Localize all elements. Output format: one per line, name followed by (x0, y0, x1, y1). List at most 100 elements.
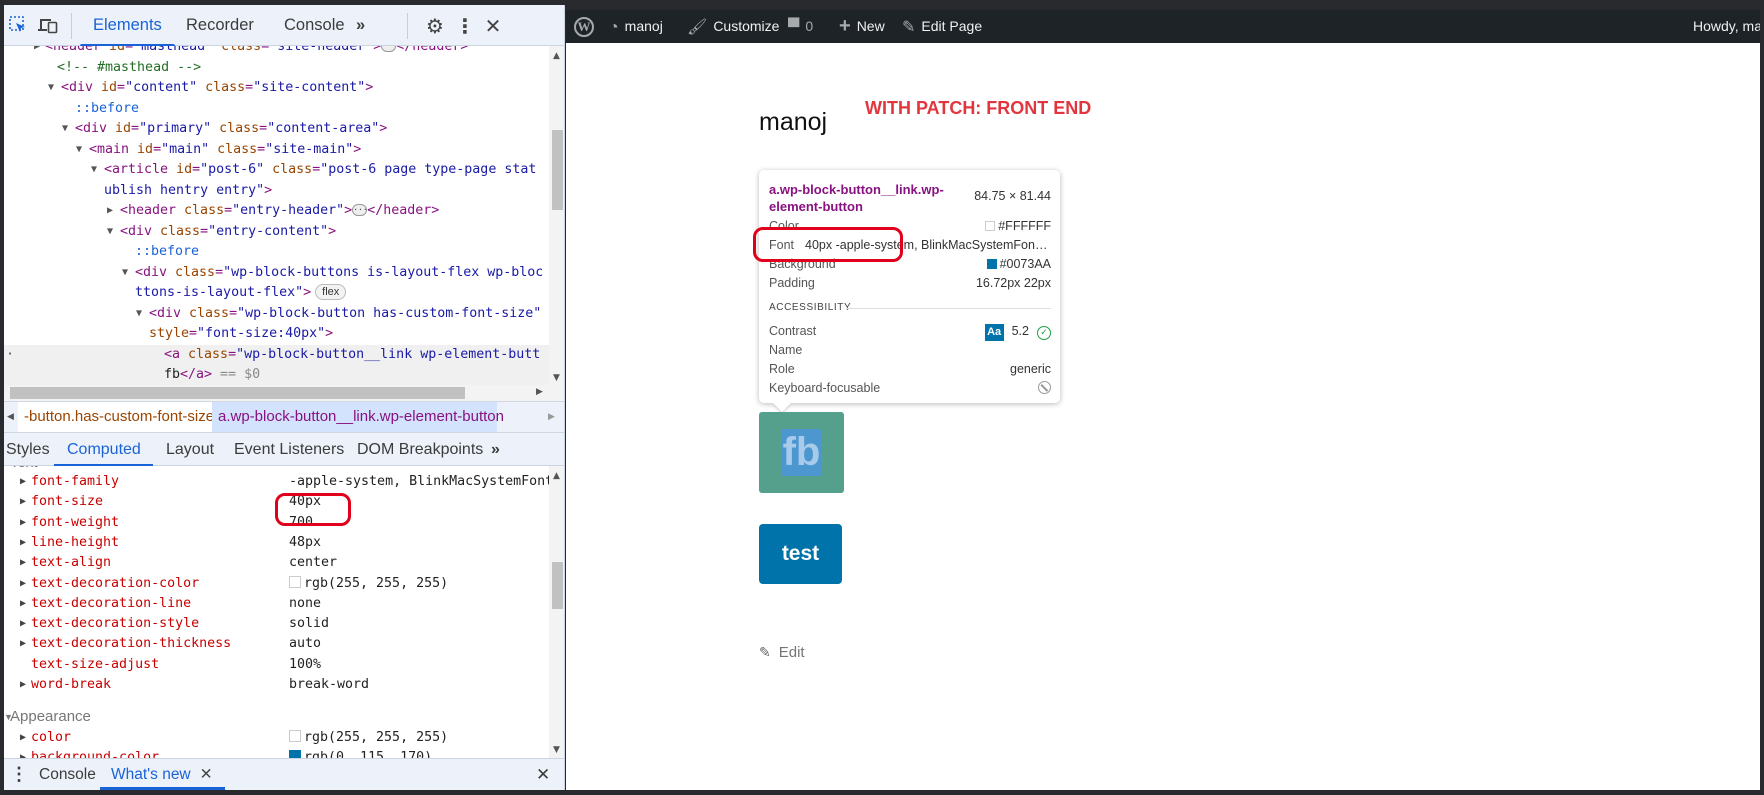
color-swatch[interactable] (289, 575, 301, 588)
close-drawer-icon[interactable]: ✕ (536, 759, 550, 790)
dom-pseudo[interactable]: ::before (135, 242, 199, 263)
expand-triangle-icon[interactable]: ▶ (20, 728, 26, 749)
breadcrumb-scroll-right-icon[interactable]: ▶ (548, 411, 555, 422)
device-toolbar-icon[interactable] (37, 15, 59, 37)
expand-triangle-icon[interactable]: ▶ (20, 748, 26, 758)
test-button[interactable]: test (759, 524, 842, 584)
wordpress-logo-icon[interactable]: W (574, 17, 594, 37)
group-header-text[interactable]: Text (10, 466, 38, 473)
scrollbar-thumb[interactable] (552, 562, 563, 609)
expand-triangle-icon[interactable]: ▶ (20, 492, 26, 513)
dom-tree[interactable]: ▶ <header id="masthead" class="site-heade… (4, 46, 549, 385)
computed-property-row[interactable]: text-size-adjust 100% (4, 655, 549, 676)
drawer-menu-icon[interactable]: ⋮ (10, 759, 28, 790)
computed-property-row[interactable]: ▶ background-color rgb(0, 115, 170) (4, 748, 549, 758)
dom-node[interactable]: ▼ <div class="wp-block-buttons is-layout-… (122, 263, 543, 284)
flex-badge[interactable]: flex (315, 284, 347, 300)
dom-pseudo[interactable]: ::before (75, 99, 139, 120)
expand-triangle-icon[interactable]: ▶ (20, 513, 26, 534)
fb-button[interactable]: fb (759, 412, 844, 493)
scroll-up-arrow-icon[interactable]: ▲ (553, 51, 560, 61)
computed-property-row[interactable]: ▶ word-break break-word (4, 675, 549, 696)
drawer-tab-whats-new[interactable]: What's new ✕ (100, 759, 225, 790)
dom-node-continuation[interactable]: ublish hentry entry"> (104, 181, 272, 202)
tab-computed[interactable]: Computed (54, 433, 153, 467)
dom-node-selected-continuation[interactable]: fb</a> == $0 (4, 365, 549, 385)
scroll-down-arrow-icon[interactable]: ▼ (553, 373, 560, 383)
dom-tree-vertical-scrollbar[interactable]: ▲ ▼ (549, 46, 564, 385)
collapse-triangle-icon[interactable]: ▼ (62, 119, 72, 140)
collapse-triangle-icon[interactable]: ▼ (91, 160, 101, 181)
expand-triangle-icon[interactable]: ▶ (20, 553, 26, 574)
collapse-triangle-icon[interactable]: ▼ (107, 222, 117, 243)
collapse-triangle-icon[interactable]: ▼ (122, 263, 132, 284)
settings-gear-icon[interactable]: ⚙ (424, 15, 446, 37)
dom-node[interactable]: ▶ <header class="entry-header">···</heade… (107, 201, 439, 222)
computed-property-row[interactable]: ▶ text-decoration-line none (4, 594, 549, 615)
adminbar-edit-page[interactable]: ✎ Edit Page (902, 10, 982, 43)
computed-property-row[interactable]: ▶ text-align center (4, 553, 549, 574)
expand-triangle-icon[interactable]: ▶ (34, 46, 44, 58)
collapse-triangle-icon[interactable]: ▼ (136, 304, 146, 325)
expand-triangle-icon[interactable]: ▶ (20, 614, 26, 635)
breadcrumb-scroll-left-icon[interactable]: ◀ (7, 411, 14, 422)
tab-elements[interactable]: Elements (80, 5, 175, 47)
group-header-appearance[interactable]: ▼ Appearance (4, 707, 91, 727)
ellipsis-icon[interactable]: ··· (352, 204, 368, 216)
computed-property-row[interactable]: ▶ text-decoration-thickness auto (4, 634, 549, 655)
scroll-up-arrow-icon[interactable]: ▲ (553, 471, 560, 481)
inspect-element-icon[interactable] (7, 15, 29, 37)
close-devtools-icon[interactable]: ✕ (482, 15, 504, 37)
breadcrumb-item-active[interactable]: a.wp-block-button__link.wp-element-butto… (212, 402, 504, 432)
dom-node[interactable]: ▼ <div id="content" class="site-content"> (48, 78, 373, 99)
adminbar-customize[interactable]: 🖌 Customize (687, 10, 779, 43)
dom-node[interactable]: ▼ <div class="entry-content"> (107, 222, 336, 243)
more-sidebar-tabs-button[interactable]: » (491, 433, 500, 466)
dom-node-continuation[interactable]: ttons-is-layout-flex"> flex (135, 283, 347, 304)
computed-property-row[interactable]: ▶ color rgb(255, 255, 255) (4, 728, 549, 749)
computed-property-row[interactable]: ▶ font-family -apple-system, BlinkMacSyste… (4, 472, 549, 493)
tab-recorder[interactable]: Recorder (186, 5, 254, 46)
color-swatch[interactable] (289, 730, 301, 742)
scrollbar-thumb[interactable] (552, 130, 563, 210)
dom-node-selected[interactable]: · <a class="wp-block-button__link wp-elem… (4, 345, 549, 366)
expand-triangle-icon[interactable]: ▶ (107, 201, 117, 222)
tab-dom-breakpoints[interactable]: DOM Breakpoints (357, 433, 483, 466)
dom-tree-horizontal-scrollbar[interactable]: ▶ (4, 385, 564, 401)
expand-triangle-icon[interactable]: ▶ (20, 472, 26, 493)
color-swatch[interactable] (289, 750, 301, 758)
dom-node[interactable]: ▼ <div class="wp-block-button has-custom-… (136, 304, 541, 325)
scrollbar-thumb[interactable] (10, 387, 465, 399)
adminbar-new[interactable]: + New (839, 10, 885, 43)
computed-property-row[interactable]: ▶ line-height 48px (4, 533, 549, 554)
adminbar-comments[interactable]: ▀ 0 (788, 10, 813, 43)
scroll-right-arrow-icon[interactable]: ▶ (536, 387, 543, 397)
dom-comment[interactable]: <!-- #masthead --> (57, 58, 201, 79)
computed-property-row[interactable]: ▶ text-decoration-style solid (4, 614, 549, 635)
more-options-icon[interactable]: ⋮ (454, 15, 476, 37)
expand-triangle-icon[interactable]: ▶ (20, 533, 26, 554)
computed-vertical-scrollbar[interactable]: ▲ ▼ (549, 466, 564, 758)
close-tab-icon[interactable]: ✕ (200, 766, 213, 783)
adminbar-site-name[interactable]: ◔ manoj (609, 10, 663, 43)
ellipsis-icon[interactable]: ··· (381, 46, 397, 52)
collapse-triangle-icon[interactable]: ▼ (4, 707, 13, 727)
dom-node[interactable]: ▶ <header id="masthead" class="site-heade… (34, 46, 468, 58)
more-tabs-button[interactable]: » (356, 5, 365, 46)
scroll-down-arrow-icon[interactable]: ▼ (553, 745, 560, 755)
drawer-tab-console[interactable]: Console (39, 759, 96, 790)
edit-link[interactable]: ✎ Edit (759, 644, 805, 661)
expand-triangle-icon[interactable]: ▶ (20, 594, 26, 615)
site-title[interactable]: manoj (759, 108, 827, 137)
dom-node[interactable]: ▼ <article id="post-6" class="post-6 page… (91, 160, 536, 181)
collapse-triangle-icon[interactable]: ▼ (76, 140, 86, 161)
collapse-triangle-icon[interactable]: ▼ (48, 78, 58, 99)
dom-node-continuation[interactable]: style="font-size:40px"> (149, 324, 333, 345)
breadcrumb-item[interactable]: -button.has-custom-font-size (18, 402, 214, 432)
expand-triangle-icon[interactable]: ▶ (20, 634, 26, 655)
dom-node[interactable]: ▼ <div id="primary" class="content-area"> (62, 119, 387, 140)
expand-triangle-icon[interactable]: ▶ (20, 675, 26, 696)
adminbar-howdy-user[interactable]: Howdy, ma (1693, 10, 1760, 43)
tab-styles[interactable]: Styles (6, 433, 50, 466)
tab-layout[interactable]: Layout (166, 433, 214, 466)
